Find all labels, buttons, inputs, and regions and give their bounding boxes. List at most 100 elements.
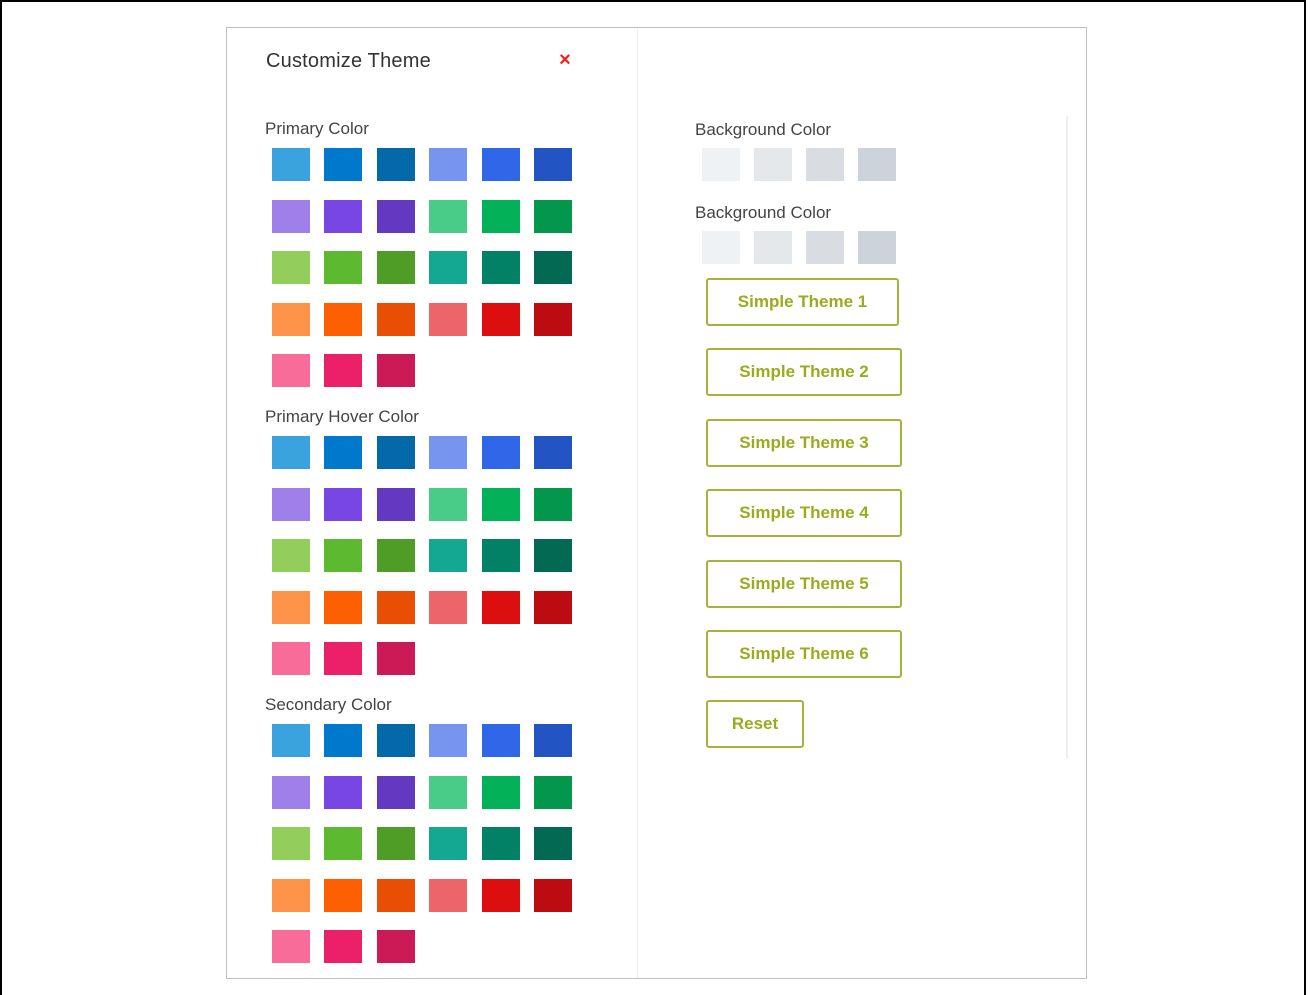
color-swatch[interactable]: [481, 251, 520, 284]
color-swatch[interactable]: [324, 436, 363, 469]
color-swatch[interactable]: [376, 251, 415, 284]
background-color-swatch[interactable]: [806, 231, 844, 264]
color-swatch[interactable]: [376, 930, 415, 963]
secondary-color-grid: [272, 724, 572, 963]
color-swatch[interactable]: [533, 775, 572, 809]
color-swatch[interactable]: [272, 590, 310, 624]
color-swatch[interactable]: [324, 539, 363, 572]
color-swatch[interactable]: [272, 199, 310, 233]
color-swatch[interactable]: [429, 775, 468, 809]
color-swatch[interactable]: [272, 302, 310, 336]
color-swatch[interactable]: [272, 827, 310, 860]
background-color-swatch[interactable]: [754, 148, 792, 181]
color-swatch[interactable]: [533, 148, 572, 181]
color-swatch[interactable]: [376, 827, 415, 860]
color-swatch[interactable]: [324, 827, 363, 860]
color-swatch[interactable]: [481, 148, 520, 181]
background-color-swatch[interactable]: [754, 231, 792, 264]
color-swatch[interactable]: [481, 724, 520, 757]
color-swatch[interactable]: [324, 930, 363, 963]
simple-theme-1-button[interactable]: Simple Theme 1: [706, 278, 899, 326]
primary-hover-color-label: Primary Hover Color: [265, 407, 419, 426]
color-swatch[interactable]: [272, 487, 310, 521]
color-swatch[interactable]: [429, 251, 468, 284]
color-swatch[interactable]: [376, 487, 415, 521]
color-swatch[interactable]: [429, 199, 468, 233]
simple-theme-2-button[interactable]: Simple Theme 2: [706, 348, 902, 396]
close-icon[interactable]: ×: [555, 50, 575, 70]
color-swatch[interactable]: [376, 878, 415, 912]
color-swatch[interactable]: [533, 487, 572, 521]
color-swatch[interactable]: [272, 148, 310, 181]
color-swatch[interactable]: [272, 436, 310, 469]
color-swatch[interactable]: [376, 642, 415, 675]
color-swatch[interactable]: [324, 590, 363, 624]
color-swatch[interactable]: [324, 878, 363, 912]
color-swatch[interactable]: [481, 878, 520, 912]
color-swatch[interactable]: [324, 148, 363, 181]
color-swatch[interactable]: [533, 724, 572, 757]
background-color-swatch[interactable]: [702, 231, 740, 264]
color-swatch[interactable]: [272, 251, 310, 284]
color-swatch[interactable]: [429, 724, 468, 757]
color-swatch[interactable]: [376, 199, 415, 233]
color-swatch[interactable]: [324, 775, 363, 809]
color-swatch[interactable]: [429, 302, 468, 336]
color-swatch[interactable]: [481, 487, 520, 521]
color-swatch[interactable]: [533, 590, 572, 624]
color-swatch[interactable]: [324, 487, 363, 521]
color-swatch[interactable]: [324, 199, 363, 233]
color-swatch[interactable]: [272, 930, 310, 963]
color-swatch[interactable]: [533, 251, 572, 284]
color-swatch[interactable]: [376, 590, 415, 624]
background-color-swatch[interactable]: [806, 148, 844, 181]
color-swatch[interactable]: [272, 539, 310, 572]
color-swatch[interactable]: [533, 302, 572, 336]
color-swatch[interactable]: [376, 775, 415, 809]
color-swatch[interactable]: [481, 302, 520, 336]
color-swatch[interactable]: [324, 354, 363, 387]
color-swatch[interactable]: [481, 827, 520, 860]
color-swatch[interactable]: [272, 878, 310, 912]
color-swatch[interactable]: [324, 251, 363, 284]
color-swatch[interactable]: [533, 199, 572, 233]
color-swatch[interactable]: [481, 539, 520, 572]
simple-theme-6-button[interactable]: Simple Theme 6: [706, 630, 902, 678]
color-swatch[interactable]: [324, 642, 363, 675]
color-swatch[interactable]: [533, 436, 572, 469]
color-swatch[interactable]: [272, 354, 310, 387]
simple-theme-4-button[interactable]: Simple Theme 4: [706, 489, 902, 537]
background-color-swatch[interactable]: [858, 148, 896, 181]
color-swatch[interactable]: [429, 148, 468, 181]
color-swatch[interactable]: [376, 724, 415, 757]
color-swatch[interactable]: [429, 878, 468, 912]
simple-theme-5-button[interactable]: Simple Theme 5: [706, 560, 902, 608]
simple-theme-3-button[interactable]: Simple Theme 3: [706, 419, 902, 467]
color-swatch[interactable]: [481, 436, 520, 469]
color-swatch[interactable]: [376, 539, 415, 572]
color-swatch[interactable]: [533, 878, 572, 912]
color-swatch[interactable]: [429, 539, 468, 572]
color-swatch[interactable]: [324, 724, 363, 757]
color-swatch[interactable]: [533, 827, 572, 860]
background-color-swatch[interactable]: [858, 231, 896, 264]
color-swatch[interactable]: [429, 436, 468, 469]
background-color-swatch[interactable]: [702, 148, 740, 181]
primary-hover-color-grid: [272, 436, 572, 675]
color-swatch[interactable]: [272, 724, 310, 757]
color-swatch[interactable]: [481, 590, 520, 624]
color-swatch[interactable]: [429, 827, 468, 860]
color-swatch[interactable]: [429, 590, 468, 624]
color-swatch[interactable]: [324, 302, 363, 336]
color-swatch[interactable]: [272, 642, 310, 675]
color-swatch[interactable]: [376, 354, 415, 387]
reset-button[interactable]: Reset: [706, 700, 804, 748]
color-swatch[interactable]: [481, 199, 520, 233]
color-swatch[interactable]: [376, 148, 415, 181]
color-swatch[interactable]: [272, 775, 310, 809]
color-swatch[interactable]: [376, 302, 415, 336]
color-swatch[interactable]: [376, 436, 415, 469]
color-swatch[interactable]: [429, 487, 468, 521]
color-swatch[interactable]: [533, 539, 572, 572]
color-swatch[interactable]: [481, 775, 520, 809]
